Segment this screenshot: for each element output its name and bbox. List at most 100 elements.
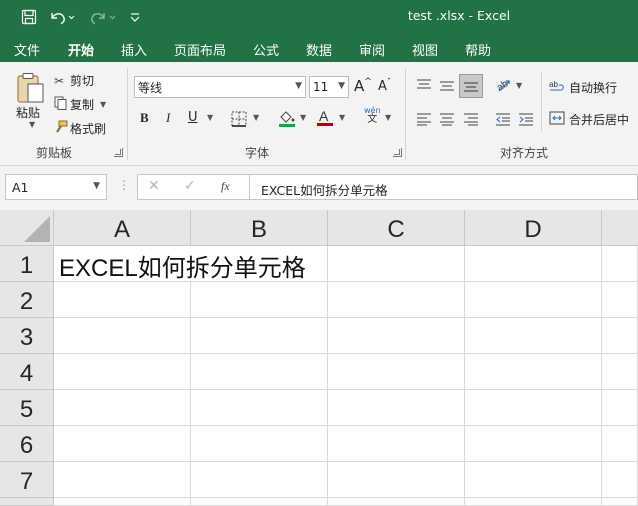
name-box[interactable]: A1 ▼: [5, 174, 107, 200]
font-name-select[interactable]: 等线 ▼: [134, 76, 306, 98]
grid-cell[interactable]: [191, 282, 328, 318]
grid-cell[interactable]: [191, 354, 328, 390]
font-color-icon[interactable]: A: [316, 108, 334, 130]
grid-cell[interactable]: [54, 318, 191, 354]
grid-cell[interactable]: [191, 426, 328, 462]
grid-cell[interactable]: [465, 246, 602, 282]
phonetic-dropdown[interactable]: ▼: [382, 113, 391, 122]
merge-center-button[interactable]: 合并后居中: [549, 111, 629, 128]
paste-button[interactable]: 粘贴: [16, 104, 40, 121]
tab-home[interactable]: 开始: [68, 40, 95, 66]
format-painter-button[interactable]: 格式刷: [54, 120, 106, 137]
select-all-button[interactable]: [0, 210, 54, 246]
font-dialog-launcher-icon[interactable]: [393, 148, 402, 157]
grid-cell[interactable]: [465, 354, 602, 390]
tab-data[interactable]: 数据: [306, 40, 332, 59]
phonetic-guide-button[interactable]: wén 文: [364, 106, 381, 125]
tab-formulas[interactable]: 公式: [253, 40, 279, 59]
grid-cell[interactable]: [54, 462, 191, 498]
grid-cell[interactable]: [602, 354, 638, 390]
tab-page-layout[interactable]: 页面布局: [174, 40, 226, 59]
grid-cell[interactable]: [191, 462, 328, 498]
column-header[interactable]: C: [328, 210, 465, 246]
grid-cell[interactable]: [465, 318, 602, 354]
row-header[interactable]: 1: [0, 246, 54, 282]
grid-cell[interactable]: [191, 390, 328, 426]
grid-cell[interactable]: [465, 462, 602, 498]
grid-cell[interactable]: [602, 462, 638, 498]
grid-cell[interactable]: [328, 426, 465, 462]
borders-icon[interactable]: [231, 111, 247, 130]
row-header[interactable]: 5: [0, 390, 54, 426]
row-header[interactable]: 3: [0, 318, 54, 354]
row-header-partial[interactable]: [0, 498, 54, 506]
grid-cell[interactable]: [328, 282, 465, 318]
grid-cell[interactable]: [602, 318, 638, 354]
align-right-icon[interactable]: [463, 112, 479, 129]
cancel-icon[interactable]: ✕: [148, 178, 160, 194]
font-color-dropdown[interactable]: ▼: [336, 113, 345, 122]
align-left-icon[interactable]: [416, 112, 432, 129]
grid-cell[interactable]: [328, 462, 465, 498]
row-header[interactable]: 7: [0, 462, 54, 498]
fill-color-dropdown[interactable]: ▼: [297, 113, 306, 122]
wrap-text-button[interactable]: ab 自动换行: [549, 79, 617, 96]
grid-cell[interactable]: [465, 282, 602, 318]
orientation-dropdown[interactable]: ▼: [513, 81, 522, 90]
grid-cell[interactable]: [602, 426, 638, 462]
grid-cell[interactable]: [602, 498, 638, 506]
enter-icon[interactable]: ✓: [184, 178, 196, 194]
grid-cell[interactable]: [328, 498, 465, 506]
tab-review[interactable]: 审阅: [359, 40, 385, 59]
increase-font-size-button[interactable]: A ^: [354, 77, 372, 95]
grid-cell[interactable]: [602, 246, 638, 282]
align-middle-icon[interactable]: [439, 78, 455, 95]
column-header-partial[interactable]: [602, 210, 638, 246]
grid-cell[interactable]: [54, 390, 191, 426]
align-center-icon[interactable]: [439, 112, 455, 129]
grid-cell[interactable]: [54, 498, 191, 506]
column-header[interactable]: A: [54, 210, 191, 246]
borders-dropdown[interactable]: ▼: [250, 113, 259, 122]
increase-indent-icon[interactable]: [518, 112, 534, 129]
grid-cell[interactable]: [54, 282, 191, 318]
row-header[interactable]: 6: [0, 426, 54, 462]
paste-dropdown[interactable]: ▼: [26, 120, 35, 129]
grid-cell[interactable]: [465, 498, 602, 506]
grid-cell[interactable]: [54, 354, 191, 390]
grid-cell[interactable]: [191, 498, 328, 506]
grid-cell[interactable]: [602, 390, 638, 426]
more-options-icon[interactable]: ⋮: [118, 178, 130, 192]
paste-icon[interactable]: [16, 72, 46, 107]
grid-cell[interactable]: [602, 282, 638, 318]
grid-cell[interactable]: [328, 354, 465, 390]
fill-color-icon[interactable]: [278, 109, 296, 130]
cut-button[interactable]: ✂ 剪切: [54, 72, 94, 89]
grid-cell[interactable]: [191, 318, 328, 354]
row-header[interactable]: 4: [0, 354, 54, 390]
copy-button[interactable]: 复制 ▼: [54, 96, 106, 113]
decrease-font-size-button[interactable]: Aˇ: [378, 78, 391, 95]
grid-cell[interactable]: [54, 426, 191, 462]
column-header[interactable]: B: [191, 210, 328, 246]
underline-button[interactable]: U: [188, 110, 198, 125]
font-size-select[interactable]: 11 ▼: [309, 76, 349, 98]
row-header[interactable]: 2: [0, 282, 54, 318]
formula-input[interactable]: EXCEL如何拆分单元格: [250, 174, 638, 200]
grid-cell[interactable]: [328, 390, 465, 426]
tab-view[interactable]: 视图: [412, 40, 438, 59]
tab-help[interactable]: 帮助: [465, 40, 491, 59]
clipboard-dialog-launcher-icon[interactable]: [114, 148, 123, 157]
grid-cell[interactable]: [465, 390, 602, 426]
decrease-indent-icon[interactable]: [495, 112, 511, 129]
chevron-down-icon[interactable]: ▼: [100, 100, 106, 109]
grid-cell[interactable]: [465, 426, 602, 462]
italic-button[interactable]: I: [166, 110, 170, 126]
grid-cell[interactable]: [328, 318, 465, 354]
underline-dropdown[interactable]: ▼: [204, 113, 213, 122]
column-header[interactable]: D: [465, 210, 602, 246]
insert-function-button[interactable]: fx: [221, 179, 230, 194]
orientation-icon[interactable]: ab: [495, 75, 513, 96]
tab-insert[interactable]: 插入: [121, 40, 147, 59]
align-top-icon[interactable]: [416, 78, 432, 95]
